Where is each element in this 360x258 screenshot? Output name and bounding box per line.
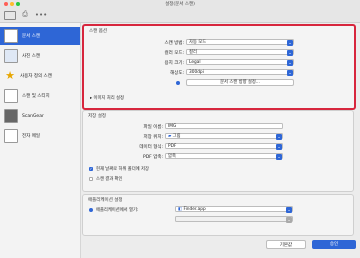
sidebar-item-label: 사진 스캔: [22, 54, 40, 59]
orientation-radio[interactable]: [176, 81, 180, 85]
resolution-value: 300dpi: [189, 70, 204, 75]
sidebar-item-custom-scan[interactable]: ★ 사용자 정의 스캔: [0, 67, 80, 85]
sidebar: 문서 스캔 사진 스캔 ★ 사용자 정의 스캔 스캔 및 스티치 ScanGea…: [0, 23, 81, 258]
save-in-label: 저장 위치:: [143, 135, 163, 140]
color-label: 컬러 모드:: [164, 51, 184, 56]
defaults-button[interactable]: 기본값: [266, 240, 306, 249]
printer-icon[interactable]: ⎙: [20, 10, 30, 19]
format-value: PDF: [168, 144, 177, 149]
paper-select[interactable]: Legal ⌄: [186, 59, 294, 66]
image-settings-label: 이미지 처리 설정: [93, 96, 124, 101]
more-icon[interactable]: •••: [35, 10, 47, 19]
sidebar-item-email[interactable]: 전자 메일: [0, 127, 80, 145]
section-title: 애플리케이션 설정: [88, 198, 123, 203]
document-icon: [4, 29, 18, 43]
save-in-value: 그림: [172, 134, 181, 139]
format-select[interactable]: PDF ⌄: [165, 143, 283, 150]
filename-field[interactable]: IMG: [165, 123, 283, 129]
settings-panel: 스캔 옵션 스캔 방법: 자동 모드 ⌄ 컬러 모드: 컬러 ⌄ 용지 크기: …: [82, 24, 356, 258]
open-with-value: Finder.app: [183, 207, 206, 212]
source-label: 스캔 방법:: [164, 41, 184, 46]
check-results-checkbox[interactable]: [89, 177, 93, 181]
chevron-down-icon: ⌄: [287, 50, 293, 56]
sidebar-item-label: 문서 스캔: [22, 34, 40, 39]
pdf-compression-value: 압축: [168, 154, 176, 159]
save-settings-section: 저장 설정 파일 이름: IMG 저장 위치: ▰ 그림 ⌄ 데이터 형식: P…: [82, 110, 354, 192]
color-value: 컬러: [189, 50, 197, 55]
subfolder-checkbox[interactable]: ✓: [89, 167, 93, 171]
pdf-compression-select[interactable]: 압축 ⌄: [165, 153, 283, 160]
sidebar-item-scangear[interactable]: ScanGear: [0, 107, 80, 125]
image-settings-toggle[interactable]: ▸ 이미지 처리 설정: [90, 95, 124, 101]
chevron-down-icon: ⌄: [287, 60, 293, 66]
source-value: 자동 모드: [189, 40, 207, 45]
app-settings-section: 애플리케이션 설정 애플리케이션에서 열기: ◧ Finder.app ⌄ ⌄: [82, 194, 354, 236]
star-icon: ★: [5, 69, 15, 82]
chevron-down-icon: ⌄: [276, 144, 282, 150]
chevron-down-icon: ⌄: [276, 134, 282, 140]
subfolder-label: 현재 날짜로 하위 폴더에 저장: [96, 167, 149, 172]
sidebar-item-scan-stitch[interactable]: 스캔 및 스티치: [0, 87, 80, 105]
window-title: 설정(문서 스캔): [165, 2, 195, 7]
sidebar-item-photo-scan[interactable]: 사진 스캔: [0, 47, 80, 65]
sidebar-item-label: 사용자 정의 스캔: [20, 74, 52, 79]
title-bar: 설정(문서 스캔): [0, 0, 360, 8]
open-with-select[interactable]: ◧ Finder.app ⌄: [175, 206, 293, 213]
paper-value: Legal: [189, 60, 201, 65]
ok-button[interactable]: 승인: [312, 240, 356, 249]
stitch-icon: [4, 89, 18, 103]
chevron-down-icon: ⌄: [287, 40, 293, 46]
photo-icon: [4, 49, 18, 63]
open-with-label: 애플리케이션에서 열기:: [96, 208, 139, 213]
toolbar: ⎙ •••: [0, 8, 360, 23]
orientation-settings-button[interactable]: 문서 스캔 방향 설정...: [186, 79, 294, 86]
color-select[interactable]: 컬러 ⌄: [186, 49, 294, 56]
save-in-select[interactable]: ▰ 그림 ⌄: [165, 133, 283, 140]
filename-label: 파일 이름:: [143, 125, 163, 130]
chevron-down-icon: ⌄: [287, 70, 293, 76]
chevron-down-icon: ⌄: [286, 217, 292, 223]
section-title: 저장 설정: [88, 114, 106, 119]
resolution-select[interactable]: 300dpi ⌄: [186, 69, 294, 76]
chevron-down-icon: ⌄: [276, 154, 282, 160]
section-title: 스캔 옵션: [89, 29, 107, 34]
format-label: 데이터 형식:: [139, 145, 163, 150]
scan-mode-icon[interactable]: [4, 11, 16, 20]
secondary-app-select[interactable]: ⌄: [175, 216, 293, 223]
open-with-radio[interactable]: [89, 208, 93, 212]
sidebar-item-label: 전자 메일: [22, 134, 40, 139]
settings-window: 설정(문서 스캔) ⎙ ••• 문서 스캔 사진 스캔 ★ 사용자 정의 스캔 …: [0, 0, 360, 258]
check-results-label: 스캔 결과 확인: [96, 177, 123, 182]
scanner-icon: [4, 109, 18, 123]
paper-label: 용지 크기:: [164, 61, 184, 66]
envelope-icon: [4, 129, 18, 143]
source-select[interactable]: 자동 모드 ⌄: [186, 39, 294, 46]
sidebar-item-label: ScanGear: [22, 113, 44, 119]
scan-options-section: 스캔 옵션 스캔 방법: 자동 모드 ⌄ 컬러 모드: 컬러 ⌄ 용지 크기: …: [82, 24, 356, 110]
pdf-compression-label: PDF 압축:: [143, 155, 163, 160]
sidebar-item-document-scan[interactable]: 문서 스캔: [0, 27, 80, 45]
resolution-label: 해상도:: [170, 71, 184, 76]
chevron-down-icon: ⌄: [286, 207, 292, 213]
sidebar-item-label: 스캔 및 스티치: [22, 94, 50, 99]
